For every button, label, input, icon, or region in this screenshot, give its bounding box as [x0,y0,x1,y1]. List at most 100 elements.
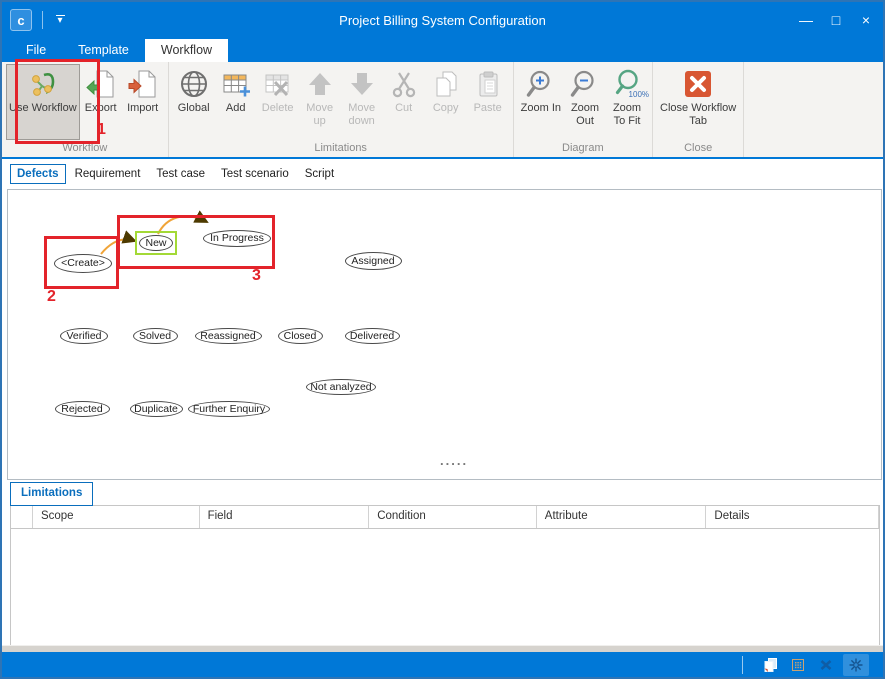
add-button[interactable]: Add [215,64,257,140]
close-tab-icon [682,68,714,100]
cancel-x-icon[interactable] [815,655,837,675]
ribbon-group-label: Diagram [518,142,648,157]
column-header-field[interactable]: Field [200,506,370,528]
app-window: c ▾ Project Billing System Configuration… [0,0,885,679]
delete-button: Delete [257,64,299,140]
ribbon-group-label: Close [657,142,739,157]
window-title: Project Billing System Configuration [2,13,883,28]
ribbon-button-label: Close Workflow Tab [660,102,736,128]
column-header-condition[interactable]: Condition [369,506,537,528]
import-button[interactable]: Import [122,64,164,140]
statusbar-divider [2,645,883,652]
ribbon-button-label: Paste [474,102,502,115]
paste-button: Paste [467,64,509,140]
doc-tab-defects[interactable]: Defects [10,164,66,184]
ribbon-group-close: Close Workflow Tab Close [653,62,744,157]
ribbon-button-label: Zoom In [521,102,561,115]
move-up-button: Move up [299,64,341,140]
export-button[interactable]: Export [80,64,122,140]
ribbon-button-label: Copy [433,102,459,115]
doc-tab-script[interactable]: Script [298,164,341,184]
global-icon [178,68,210,100]
minimize-button[interactable]: — [791,2,821,38]
workflow-diagram-canvas[interactable]: <Create> New In Progress Assigned Verified So… [7,189,882,480]
doc-tab-test-scenario[interactable]: Test scenario [214,164,296,184]
zoom-out-icon [569,68,601,100]
ribbon-button-label: Zoom To Fit [613,102,641,128]
zoom-in-button[interactable]: Zoom In [518,64,564,140]
doc-tab-test-case[interactable]: Test case [149,164,212,184]
titlebar: c ▾ Project Billing System Configuration… [2,2,883,38]
ribbon-button-label: Add [226,102,246,115]
zoom-to-fit-icon: 100% [611,68,643,100]
close-workflow-tab-button[interactable]: Close Workflow Tab [657,64,739,140]
zoom-to-fit-button[interactable]: 100%Zoom To Fit [606,64,648,140]
workflow-node-assigned[interactable]: Assigned [345,252,402,270]
menu-bar: FileTemplateWorkflow [2,38,883,62]
add-table-icon [220,68,252,100]
menu-tab-template[interactable]: Template [62,39,145,62]
move-up-icon [304,68,336,100]
delete-table-icon [262,68,294,100]
ribbon-group-limitations: Global Add Delete Move up Move downCut Copy Pa… [169,62,514,157]
workflow-node-verified[interactable]: Verified [60,328,108,344]
ribbon-button-label: Import [127,102,158,115]
workflow-node-further-enquiry[interactable]: Further Enquiry [188,401,270,417]
global-button[interactable]: Global [173,64,215,140]
cut-button: Cut [383,64,425,140]
zoom-out-button[interactable]: Zoom Out [564,64,606,140]
use-workflow-icon [27,68,59,100]
workflow-node-closed[interactable]: Closed [278,328,323,344]
ribbon-group-label: Limitations [173,142,509,157]
ellipsis-indicator: ..... [440,453,468,468]
workflow-node-not-analyzed[interactable]: Not analyzed [306,379,376,395]
import-icon [127,68,159,100]
status-bar [2,652,883,677]
zoom-in-icon [525,68,557,100]
copy-icon [430,68,462,100]
workflow-node-new[interactable]: New [139,235,173,251]
workflow-node-delivered[interactable]: Delivered [345,328,400,344]
workflow-node-reassigned[interactable]: Reassigned [195,328,262,344]
workflow-node-create[interactable]: <Create> [54,254,112,273]
workflow-node-solved[interactable]: Solved [133,328,178,344]
workflow-node-in-progress[interactable]: In Progress [203,230,271,247]
menu-tab-file[interactable]: File [10,39,62,62]
snowflake-icon[interactable] [843,654,869,676]
ribbon-group-label: Workflow [6,142,164,157]
close-button[interactable]: × [851,2,881,38]
maximize-button[interactable]: □ [821,2,851,38]
ribbon-button-label: Export [85,102,117,115]
paste-icon [472,68,504,100]
copy-button: Copy [425,64,467,140]
limitations-table: ScopeFieldConditionAttributeDetails [10,505,880,645]
move-down-icon [346,68,378,100]
column-header-details[interactable]: Details [706,506,879,528]
selection-grid-icon[interactable] [787,655,809,675]
ribbon-button-label: Zoom Out [571,102,599,128]
column-header-attribute[interactable]: Attribute [537,506,707,528]
ribbon: Use Workflow Export Import Workflow Global Ad… [2,62,883,157]
ribbon-button-label: Move up [306,102,333,128]
workflow-node-rejected[interactable]: Rejected [55,401,110,417]
ribbon-button-label: Global [178,102,210,115]
limitations-table-header: ScopeFieldConditionAttributeDetails [11,506,879,529]
pages-icon[interactable] [759,655,781,675]
doc-tab-requirement[interactable]: Requirement [68,164,148,184]
use-workflow-button[interactable]: Use Workflow [6,64,80,140]
statusbar-separator [742,656,743,674]
transition-arrow-create-to-new [101,239,135,254]
move-down-button: Move down [341,64,383,140]
tab-limitations[interactable]: Limitations [10,482,93,506]
column-header-scope[interactable]: Scope [33,506,200,528]
cut-icon [388,68,420,100]
document-tabstrip: DefectsRequirementTest caseTest scenario… [2,159,883,189]
ribbon-group-workflow: Use Workflow Export Import Workflow [2,62,169,157]
column-header-row-selector[interactable] [11,506,33,528]
ribbon-button-label: Use Workflow [9,102,77,115]
limitations-table-body [11,529,879,645]
menu-tab-workflow[interactable]: Workflow [145,39,228,62]
ribbon-group-diagram: Zoom In Zoom Out 100%Zoom To Fit Diagram [514,62,653,157]
workflow-node-duplicate[interactable]: Duplicate [130,401,183,417]
ribbon-button-label: Delete [262,102,294,115]
